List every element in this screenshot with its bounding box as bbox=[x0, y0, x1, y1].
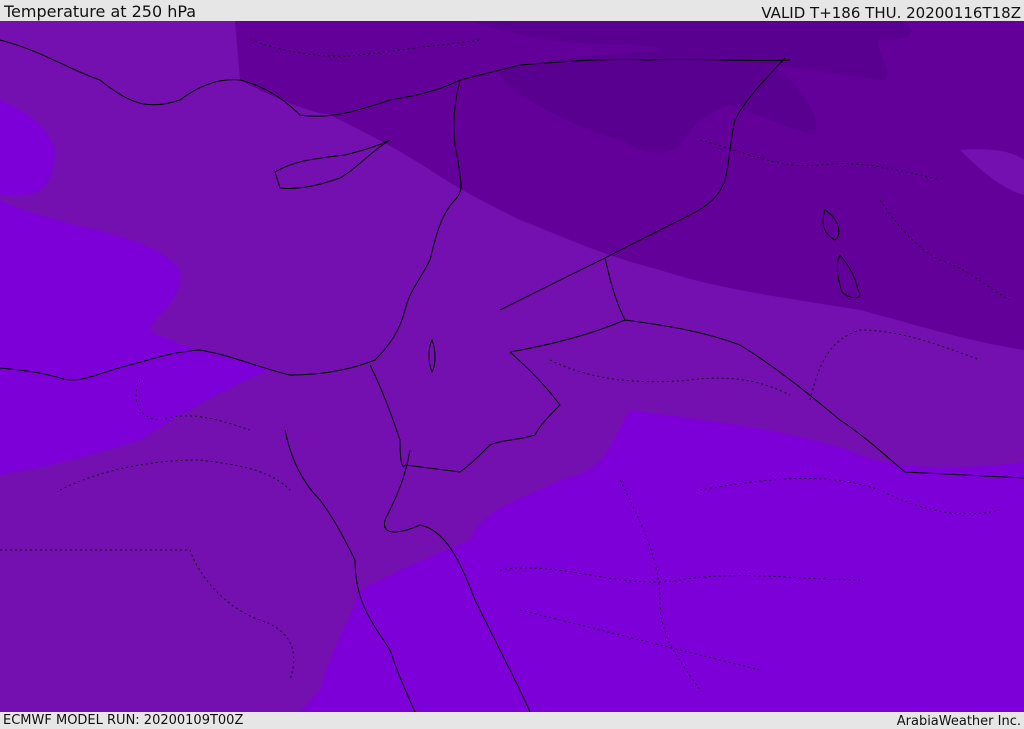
temperature-map bbox=[0, 21, 1024, 712]
model-run-label: ECMWF MODEL RUN: 20200109T00Z bbox=[3, 713, 244, 728]
weather-map-frame: Temperature at 250 hPa VALID T+186 THU. … bbox=[0, 0, 1024, 729]
map-title: Temperature at 250 hPa bbox=[4, 2, 197, 21]
valid-time: VALID T+186 THU. 20200116T18Z bbox=[761, 4, 1021, 22]
credit-label: ArabiaWeather Inc. bbox=[896, 714, 1021, 729]
